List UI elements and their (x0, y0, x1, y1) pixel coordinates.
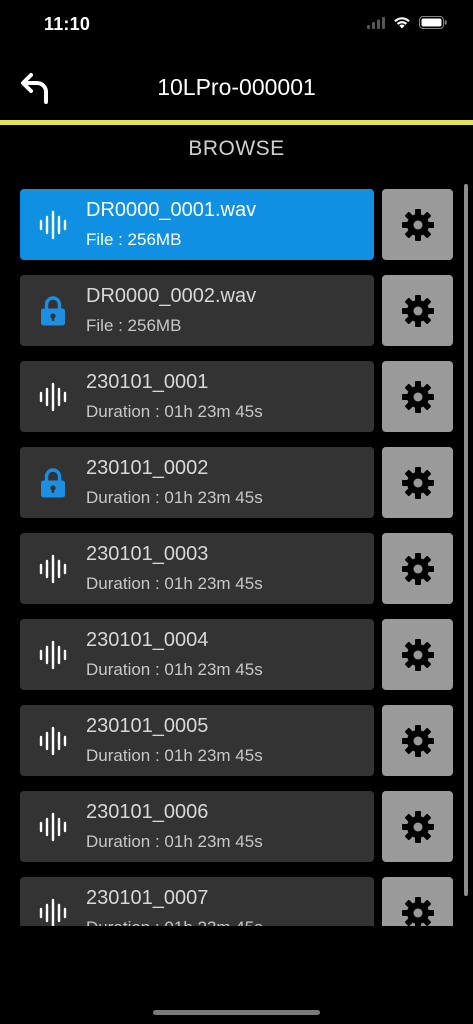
file-item[interactable]: 230101_0007 Duration : 01h 23m 45s (20, 877, 374, 926)
wifi-icon (394, 17, 410, 29)
file-settings-button[interactable] (382, 447, 453, 518)
gear-icon (400, 895, 436, 926)
file-name: DR0000_0002.wav (86, 285, 257, 307)
gear-icon (400, 551, 436, 587)
lock-icon (34, 293, 72, 329)
file-info: Duration : 01h 23m 45s (86, 488, 263, 507)
file-item[interactable]: DR0000_0002.wav File : 256MB (20, 275, 374, 346)
file-item[interactable]: DR0000_0001.wav File : 256MB (20, 189, 374, 260)
file-row[interactable]: 230101_0003 Duration : 01h 23m 45s (20, 533, 453, 604)
accent-divider (0, 120, 473, 125)
file-item[interactable]: 230101_0006 Duration : 01h 23m 45s (20, 791, 374, 862)
file-name: 230101_0001 (86, 371, 209, 393)
file-row[interactable]: 230101_0001 Duration : 01h 23m 45s (20, 361, 453, 432)
waveform-icon (34, 551, 72, 587)
file-info: File : 256MB (86, 230, 182, 249)
file-info: Duration : 01h 23m 45s (86, 660, 263, 679)
file-name: 230101_0007 (86, 887, 209, 909)
file-row[interactable]: 230101_0005 Duration : 01h 23m 45s (20, 705, 453, 776)
file-settings-button[interactable] (382, 791, 453, 862)
gear-icon (400, 809, 436, 845)
file-row[interactable]: 230101_0004 Duration : 01h 23m 45s (20, 619, 453, 690)
gear-icon (400, 293, 436, 329)
file-info: File : 256MB (86, 316, 182, 335)
file-name: 230101_0002 (86, 457, 209, 479)
gear-icon (400, 379, 436, 415)
nav-bar: 10LPro-000001 (0, 60, 473, 118)
file-name: DR0000_0001.wav (86, 199, 257, 221)
waveform-icon (34, 895, 72, 926)
section-title: BROWSE (188, 137, 285, 160)
file-row[interactable]: 230101_0006 Duration : 01h 23m 45s (20, 791, 453, 862)
file-item[interactable]: 230101_0001 Duration : 01h 23m 45s (20, 361, 374, 432)
page-title: 10LPro-000001 (157, 74, 316, 100)
file-settings-button[interactable] (382, 533, 453, 604)
file-row[interactable]: DR0000_0001.wav File : 256MB (20, 189, 453, 260)
home-indicator[interactable] (153, 1010, 320, 1015)
file-item[interactable]: 230101_0004 Duration : 01h 23m 45s (20, 619, 374, 690)
file-info: Duration : 01h 23m 45s (86, 746, 263, 765)
file-info: Duration : 01h 23m 45s (86, 402, 263, 421)
file-settings-button[interactable] (382, 361, 453, 432)
gear-icon (400, 723, 436, 759)
file-settings-button[interactable] (382, 619, 453, 690)
file-name: 230101_0004 (86, 629, 209, 651)
file-name: 230101_0005 (86, 715, 209, 737)
file-item[interactable]: 230101_0002 Duration : 01h 23m 45s (20, 447, 374, 518)
battery-icon (419, 16, 447, 29)
file-info: Duration : 01h 23m 45s (86, 918, 263, 926)
file-settings-button[interactable] (382, 189, 453, 260)
file-settings-button[interactable] (382, 705, 453, 776)
waveform-icon (34, 637, 72, 673)
gear-icon (400, 207, 436, 243)
file-item[interactable]: 230101_0003 Duration : 01h 23m 45s (20, 533, 374, 604)
waveform-icon (34, 809, 72, 845)
waveform-icon (34, 723, 72, 759)
file-row[interactable]: DR0000_0002.wav File : 256MB (20, 275, 453, 346)
cellular-signal-icon (367, 16, 385, 29)
file-settings-button[interactable] (382, 275, 453, 346)
file-row[interactable]: 230101_0002 Duration : 01h 23m 45s (20, 447, 453, 518)
status-time: 11:10 (44, 14, 91, 34)
status-bar: 11:10 (0, 0, 473, 52)
status-icons (367, 16, 447, 29)
file-settings-button[interactable] (382, 877, 453, 926)
waveform-icon (34, 379, 72, 415)
file-item[interactable]: 230101_0005 Duration : 01h 23m 45s (20, 705, 374, 776)
file-name: 230101_0006 (86, 801, 209, 823)
gear-icon (400, 637, 436, 673)
file-info: Duration : 01h 23m 45s (86, 574, 263, 593)
file-row[interactable]: 230101_0007 Duration : 01h 23m 45s (20, 877, 453, 926)
file-list[interactable]: DR0000_0001.wav File : 256MB DR0000_0002.… (20, 189, 456, 926)
scrollbar[interactable] (464, 184, 468, 896)
waveform-icon (34, 207, 72, 243)
lock-icon (34, 465, 72, 501)
gear-icon (400, 465, 436, 501)
file-info: Duration : 01h 23m 45s (86, 832, 263, 851)
file-name: 230101_0003 (86, 543, 209, 565)
